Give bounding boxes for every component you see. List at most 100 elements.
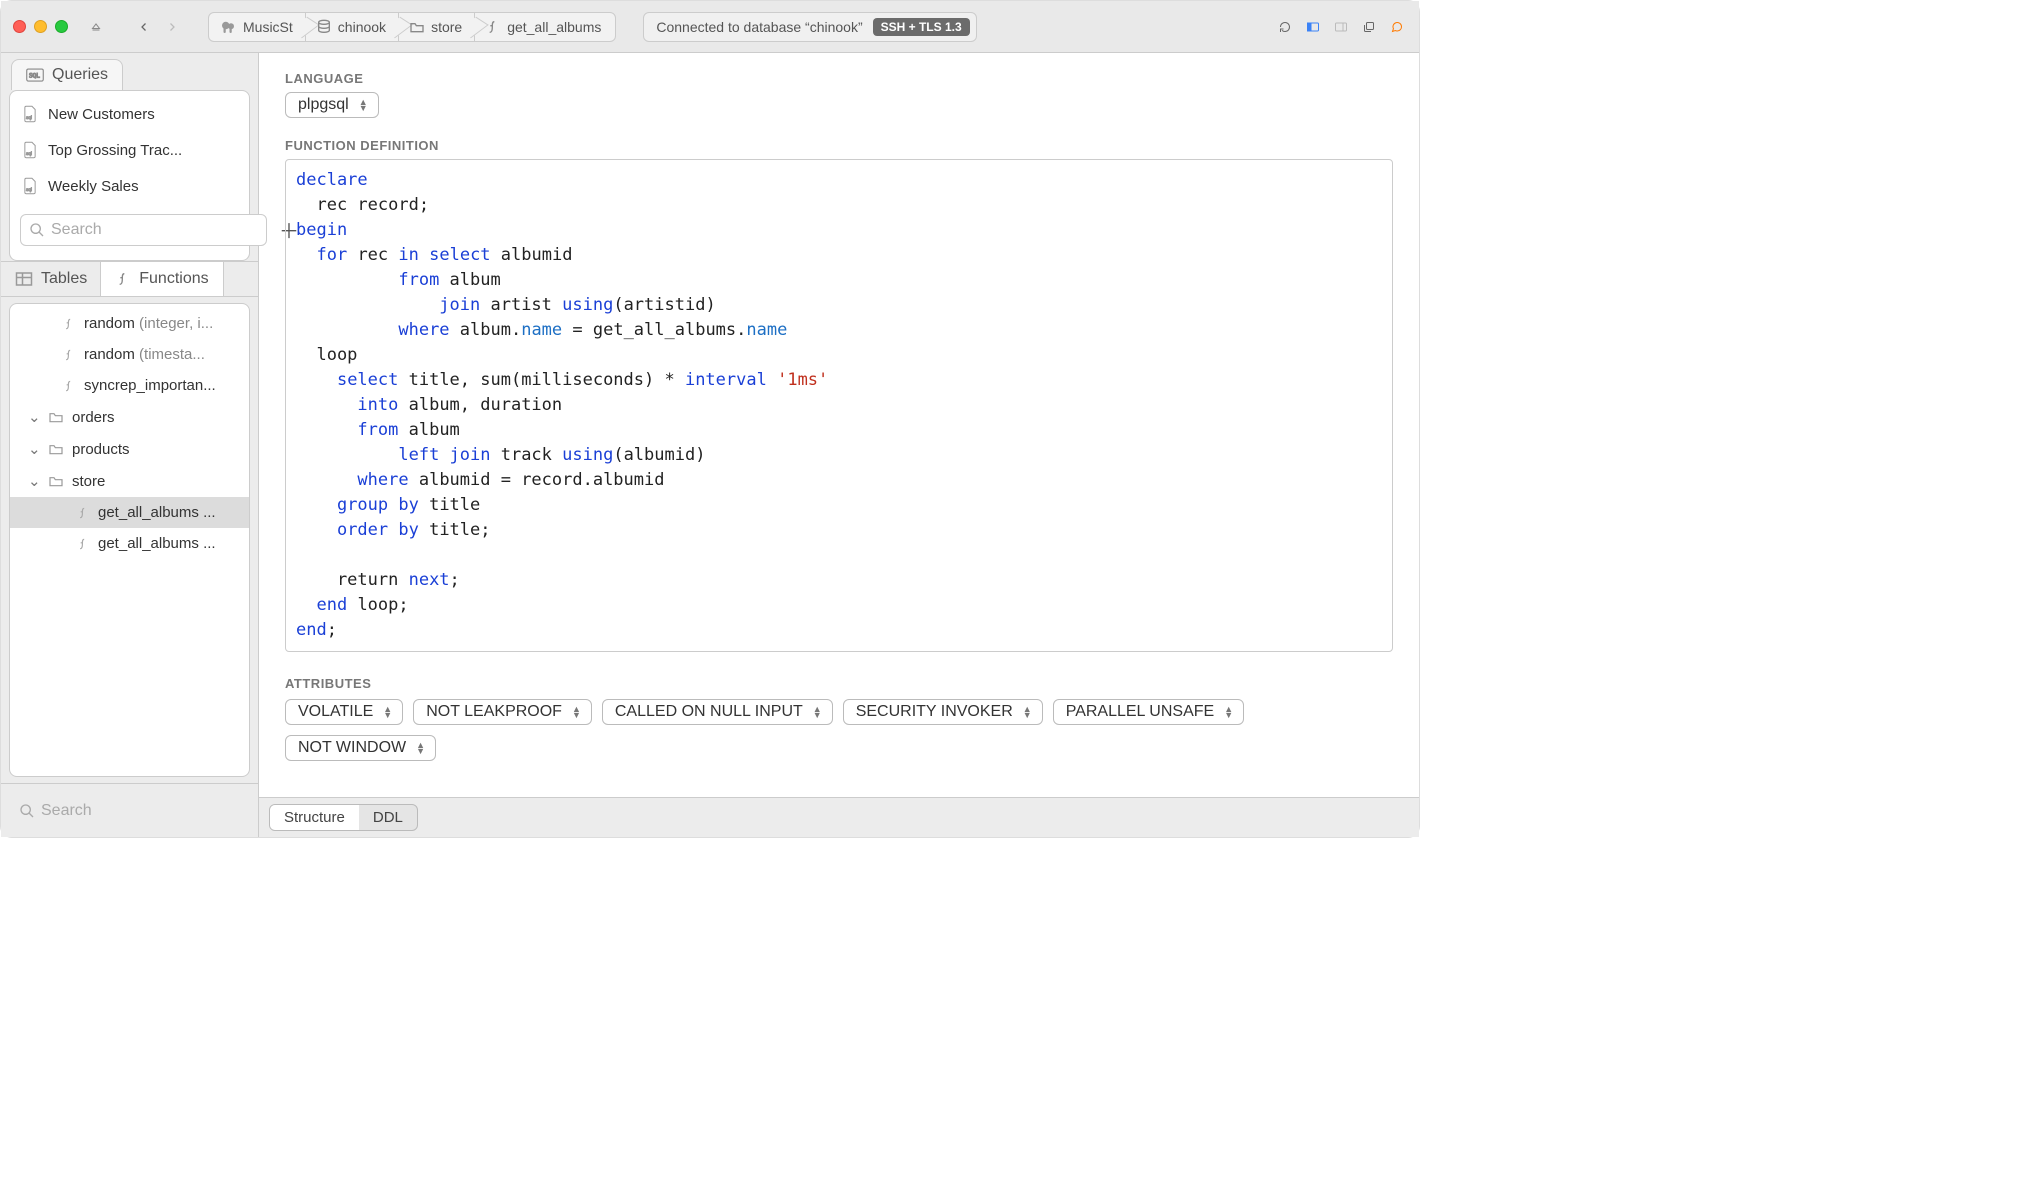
language-label: LANGUAGE [285, 71, 1393, 86]
document-icon: sql [22, 105, 38, 123]
right-panel-toggle[interactable] [1331, 17, 1351, 37]
chevron-updown-icon: ▲▼ [359, 99, 368, 111]
crumb-project[interactable]: MusicSt [208, 12, 306, 42]
tree-folder-item[interactable]: ⌄ store [10, 465, 249, 497]
queries-search-input[interactable] [51, 221, 258, 239]
chevron-down-icon: ⌄ [28, 440, 40, 458]
attribute-select[interactable]: PARALLEL UNSAFE ▲▼ [1053, 699, 1244, 725]
new-window-button[interactable] [1359, 17, 1379, 37]
tab-functions[interactable]: Functions [100, 262, 223, 296]
tab-structure[interactable]: Structure [270, 805, 359, 830]
attribute-value: NOT LEAKPROOF [426, 703, 562, 721]
language-select[interactable]: plpgsql ▲▼ [285, 92, 379, 118]
zoom-window-button[interactable] [55, 20, 68, 33]
chevron-updown-icon: ▲▼ [1224, 706, 1233, 718]
crumb-database[interactable]: chinook [305, 12, 399, 42]
breadcrumb: MusicSt chinook store get_all_albums [208, 11, 615, 43]
window-controls [13, 20, 68, 33]
tab-tables[interactable]: Tables [1, 262, 101, 296]
feedback-button[interactable] [1387, 17, 1407, 37]
tree-folder-item[interactable]: ⌄ orders [10, 401, 249, 433]
crumb-label: chinook [338, 19, 386, 35]
tree-item-label: get_all_albums ... [98, 504, 216, 521]
chevron-down-icon: ⌄ [28, 472, 40, 490]
query-item[interactable]: sql Top Grossing Trac... [10, 133, 249, 167]
tree-function-item[interactable]: get_all_albums ... [10, 528, 249, 559]
database-icon [316, 19, 332, 35]
tree-search[interactable] [11, 795, 256, 827]
function-icon [485, 19, 501, 35]
left-panel-toggle[interactable] [1303, 17, 1323, 37]
crumb-function[interactable]: get_all_albums [474, 12, 616, 42]
tree-folder-item[interactable]: ⌄products [10, 433, 249, 465]
attribute-value: PARALLEL UNSAFE [1066, 703, 1215, 721]
tree-search-input[interactable] [41, 802, 248, 820]
query-item[interactable]: sql Weekly Sales [10, 169, 249, 203]
crumb-label: get_all_albums [507, 19, 601, 35]
attribute-select[interactable]: NOT WINDOW ▲▼ [285, 735, 436, 761]
tree-item-label: syncrep_importan... [84, 377, 216, 394]
eject-icon[interactable] [86, 17, 106, 37]
tab-ddl[interactable]: DDL [359, 805, 417, 830]
function-icon [115, 271, 131, 287]
close-window-button[interactable] [13, 20, 26, 33]
queries-search-row: ＋ [10, 205, 249, 254]
document-icon: sql [22, 141, 38, 159]
function-icon [62, 317, 76, 331]
tree-search-row: ＋ [1, 783, 258, 837]
function-icon [62, 379, 76, 393]
definition-label: FUNCTION DEFINITION [285, 138, 1393, 153]
svg-text:sql: sql [26, 187, 32, 192]
chevron-down-icon: ⌄ [28, 408, 40, 426]
connection-status[interactable]: Connected to database “chinook” SSH + TL… [643, 12, 976, 42]
crumb-label: store [431, 19, 462, 35]
query-label: Top Grossing Trac... [48, 142, 182, 159]
status-text: Connected to database “chinook” [656, 19, 862, 35]
function-definition-editor[interactable]: declare rec record; begin for rec in sel… [285, 159, 1393, 652]
function-tree: random (integer, i... random (timesta... s… [9, 303, 250, 777]
content: SQL Queries sql New Customers sql Top Gr… [1, 53, 1419, 837]
sql-icon: SQL [26, 68, 44, 82]
main: LANGUAGE plpgsql ▲▼ FUNCTION DEFINITION … [259, 53, 1419, 837]
queries-tab-label: Queries [52, 66, 108, 84]
chevron-updown-icon: ▲▼ [813, 706, 822, 718]
tree-item-label: random (integer, i... [84, 315, 213, 332]
attribute-select[interactable]: CALLED ON NULL INPUT▲▼ [602, 699, 833, 725]
attribute-select[interactable]: VOLATILE▲▼ [285, 699, 403, 725]
elephant-icon [219, 18, 237, 36]
sidebar: SQL Queries sql New Customers sql Top Gr… [1, 53, 259, 837]
tree-function-item[interactable]: syncrep_importan... [10, 370, 249, 401]
svg-text:sql: sql [26, 115, 32, 120]
search-icon [19, 803, 35, 819]
forward-button[interactable] [162, 17, 182, 37]
document-icon: sql [22, 177, 38, 195]
attribute-select[interactable]: NOT LEAKPROOF▲▼ [413, 699, 592, 725]
tree-function-item[interactable]: random (timesta... [10, 339, 249, 370]
minimize-window-button[interactable] [34, 20, 47, 33]
search-icon [29, 222, 45, 238]
tree-item-label: store [72, 473, 105, 490]
svg-text:SQL: SQL [29, 72, 40, 79]
chevron-updown-icon: ▲▼ [383, 706, 392, 718]
queries-search[interactable] [20, 214, 267, 246]
attributes-row: VOLATILE▲▼NOT LEAKPROOF▲▼CALLED ON NULL … [285, 699, 1393, 761]
attribute-select[interactable]: SECURITY INVOKER▲▼ [843, 699, 1043, 725]
tree-function-item[interactable]: random (integer, i... [10, 308, 249, 339]
function-icon [76, 506, 90, 520]
tree-function-item[interactable]: get_all_albums ... [10, 497, 249, 528]
tree-item-label: orders [72, 409, 115, 426]
back-button[interactable] [134, 17, 154, 37]
query-label: Weekly Sales [48, 178, 139, 195]
folder-icon [48, 442, 64, 456]
view-mode-segment: Structure DDL [269, 804, 418, 831]
query-item[interactable]: sql New Customers [10, 97, 249, 131]
refresh-button[interactable] [1275, 17, 1295, 37]
crumb-schema[interactable]: store [398, 12, 475, 42]
queries-tab[interactable]: SQL Queries [11, 59, 123, 90]
crumb-label: MusicSt [243, 19, 293, 35]
chevron-updown-icon: ▲▼ [416, 742, 425, 754]
function-icon [62, 348, 76, 362]
folder-icon [48, 410, 64, 424]
attribute-value: NOT WINDOW [298, 739, 406, 757]
tab-label: Functions [139, 270, 208, 288]
